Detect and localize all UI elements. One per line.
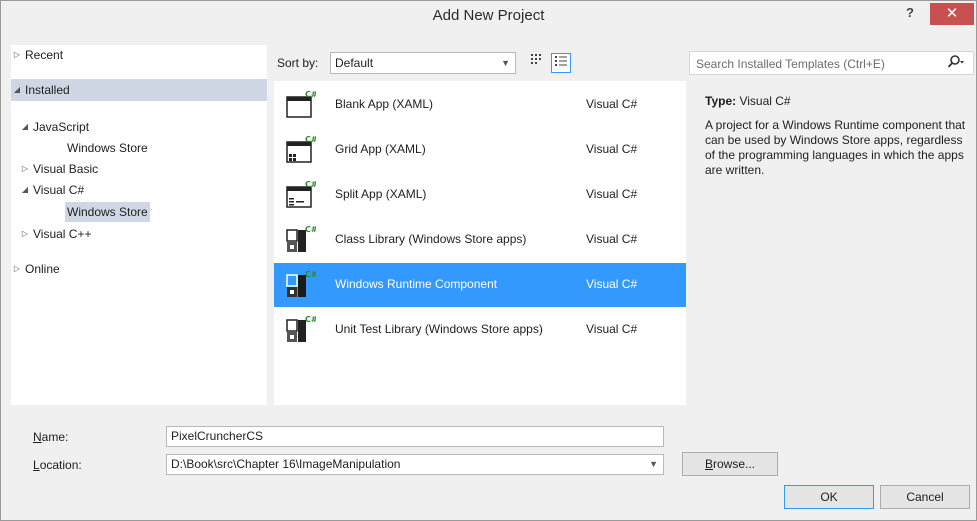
svg-text:C#: C# — [305, 181, 316, 189]
svg-text:C#: C# — [305, 136, 316, 144]
template-language: Visual C# — [586, 142, 638, 156]
sort-by-dropdown[interactable]: Default ▼ — [330, 52, 516, 74]
template-language: Visual C# — [586, 97, 638, 111]
template-row-class-library[interactable]: C# Class Library (Windows Store apps) Vi… — [274, 218, 686, 262]
close-icon: ✕ — [945, 5, 959, 22]
expand-arrow-icon[interactable]: ▷ — [11, 259, 23, 279]
sort-by-label: Sort by: — [277, 56, 319, 70]
name-label: Name: — [33, 430, 69, 444]
tree-item-label: Online — [25, 262, 60, 276]
expand-arrow-icon[interactable]: ▷ — [19, 159, 31, 179]
tree-item-label: Recent — [25, 48, 64, 62]
svg-text:C#: C# — [305, 91, 316, 99]
class-library-icon: C# — [286, 226, 316, 252]
template-name: Windows Runtime Component — [335, 277, 498, 291]
grid-app-icon: C# — [286, 136, 316, 163]
tree-item-javascript[interactable]: ◢ JavaScript — [19, 117, 91, 137]
details-view-button[interactable] — [551, 53, 571, 73]
small-icons-view-button[interactable] — [527, 53, 547, 73]
template-row-split-app[interactable]: C# Split App (XAML) Visual C# — [274, 173, 686, 217]
ok-button[interactable]: OK — [784, 485, 874, 509]
title-bar: Add New Project ? ✕ — [1, 1, 976, 31]
tree-item-label: Windows Store — [67, 205, 148, 219]
expand-arrow-icon[interactable]: ▷ — [11, 45, 23, 65]
template-language: Visual C# — [586, 187, 638, 201]
template-row-unit-test-library[interactable]: C# Unit Test Library (Windows Store apps… — [274, 308, 686, 352]
template-type: Type: Visual C# — [705, 94, 791, 108]
dialog-title: Add New Project — [432, 7, 545, 24]
template-name: Blank App (XAML) — [335, 97, 434, 111]
location-label: Location: — [33, 458, 82, 472]
details-view-icon — [555, 56, 567, 66]
tree-item-csharp-windows-store[interactable]: Windows Store — [65, 202, 150, 222]
location-combo[interactable]: D:\Book\src\Chapter 16\ImageManipulation… — [166, 454, 664, 475]
search-placeholder: Search Installed Templates (Ctrl+E) — [696, 57, 885, 71]
blank-app-icon: C# — [286, 91, 316, 118]
add-new-project-dialog: Add New Project ? ✕ ▷ Recent ◢ Installed ◢… — [0, 0, 977, 521]
template-language: Visual C# — [586, 322, 638, 336]
browse-button[interactable]: Browse... — [682, 452, 778, 476]
template-row-grid-app[interactable]: C# Grid App (XAML) Visual C# — [274, 128, 686, 172]
project-name-input[interactable]: PixelCruncherCS — [166, 426, 664, 447]
project-name-value: PixelCruncherCS — [171, 429, 264, 443]
tree-item-visual-csharp[interactable]: ◢ Visual C# — [19, 180, 86, 200]
tree-item-javascript-windows-store[interactable]: Windows Store — [65, 138, 150, 158]
list-toolbar: Sort by: Default ▼ — [277, 51, 677, 77]
split-app-icon: C# — [286, 181, 316, 208]
close-button[interactable]: ✕ — [930, 3, 974, 25]
template-row-windows-runtime-component[interactable]: C# Windows Runtime Component Visual C# — [274, 263, 686, 307]
template-description-text: A project for a Windows Runtime componen… — [705, 118, 966, 177]
chevron-down-icon[interactable]: ▼ — [649, 455, 658, 474]
tree-item-label: Visual Basic — [33, 162, 99, 176]
template-language: Visual C# — [586, 277, 638, 291]
expand-arrow-icon[interactable]: ▷ — [19, 224, 31, 244]
template-row-blank-app[interactable]: C# Blank App (XAML) Visual C# — [274, 83, 686, 127]
collapse-arrow-icon[interactable]: ◢ — [11, 79, 23, 101]
tree-item-online[interactable]: ▷ Online — [11, 259, 62, 279]
tree-item-installed[interactable]: ◢ Installed — [11, 79, 267, 101]
search-installed-templates-input[interactable]: Search Installed Templates (Ctrl+E) — [689, 51, 974, 75]
template-name: Unit Test Library (Windows Store apps) — [335, 322, 543, 336]
tree-item-label: Installed — [25, 83, 70, 97]
tree-item-recent[interactable]: ▷ Recent — [11, 45, 267, 65]
sort-by-value: Default — [335, 56, 374, 70]
type-label: Type: — [705, 94, 737, 108]
chevron-down-icon: ▼ — [501, 58, 510, 68]
type-value: Visual C# — [739, 94, 791, 108]
tree-item-label: Visual C# — [33, 183, 85, 197]
svg-text:C#: C# — [305, 316, 316, 324]
template-name: Split App (XAML) — [335, 187, 427, 201]
runtime-component-icon: C# — [286, 271, 316, 297]
help-button[interactable]: ? — [899, 5, 921, 25]
tree-item-label: Visual C++ — [33, 227, 92, 241]
template-category-tree: ▷ Recent ◢ Installed ◢ JavaScript Windows S… — [11, 45, 267, 405]
collapse-arrow-icon[interactable]: ◢ — [19, 180, 31, 200]
svg-text:C#: C# — [305, 226, 316, 234]
template-list: C# Blank App (XAML) Visual C# C# Grid Ap… — [274, 81, 686, 405]
template-language: Visual C# — [586, 232, 638, 246]
collapse-arrow-icon[interactable]: ◢ — [19, 117, 31, 137]
tree-item-label: JavaScript — [33, 120, 90, 134]
template-description-pane: Type: Visual C# A project for a Windows … — [689, 81, 974, 405]
small-icons-view-icon — [531, 54, 541, 64]
cancel-button[interactable]: Cancel — [880, 485, 970, 509]
search-icon[interactable] — [947, 54, 965, 73]
tree-item-visual-basic[interactable]: ▷ Visual Basic — [19, 159, 100, 179]
project-details-form: Name: PixelCruncherCS Location: D:\Book\… — [1, 411, 976, 520]
tree-item-label: Windows Store — [67, 141, 148, 155]
template-name: Grid App (XAML) — [335, 142, 426, 156]
unit-test-icon: C# — [286, 316, 316, 342]
tree-item-visual-cpp[interactable]: ▷ Visual C++ — [19, 224, 93, 244]
svg-text:C#: C# — [305, 271, 316, 279]
location-value: D:\Book\src\Chapter 16\ImageManipulation — [171, 457, 401, 471]
template-name: Class Library (Windows Store apps) — [335, 232, 527, 246]
